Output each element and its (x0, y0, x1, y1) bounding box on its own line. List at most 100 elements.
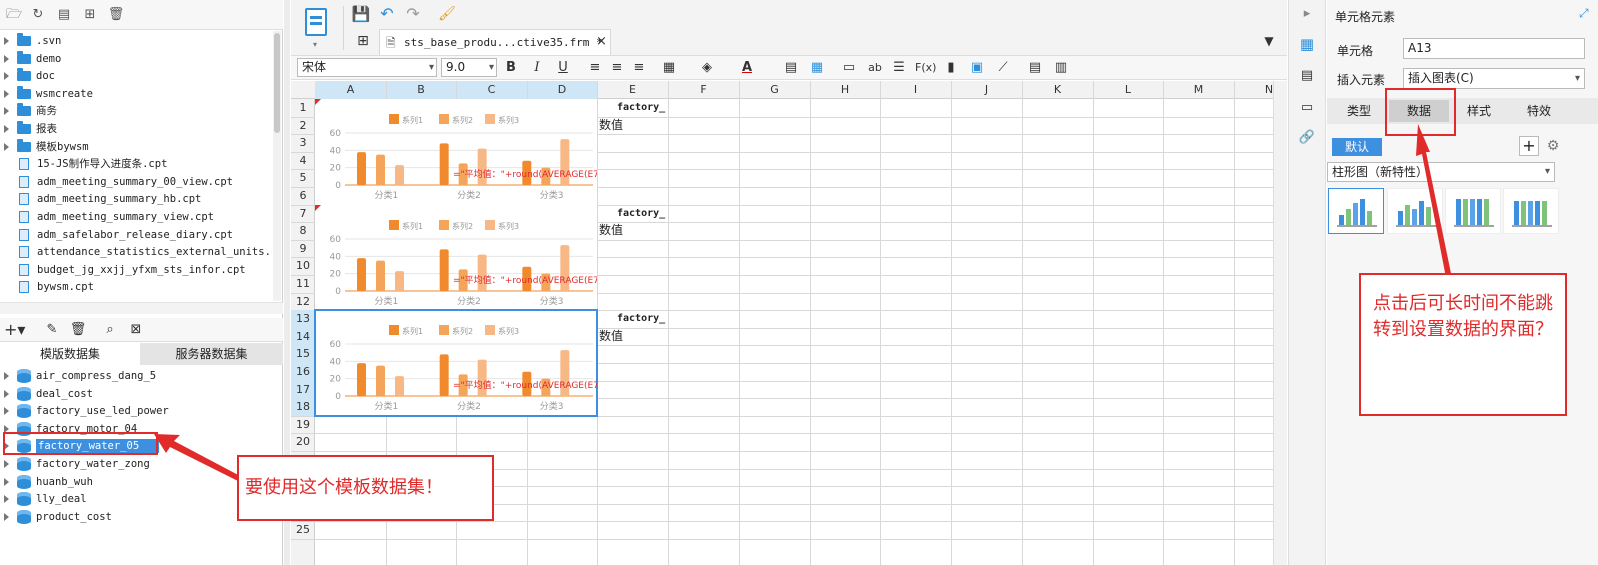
grid-view-icon[interactable]: ⊞ (353, 31, 373, 51)
close-tab-icon[interactable]: × (596, 34, 607, 49)
undo-icon[interactable]: ↶ (377, 4, 397, 24)
row-header[interactable]: 18 (291, 398, 315, 416)
column-header[interactable]: L (1093, 81, 1163, 99)
cell-text[interactable]: 数值 (599, 117, 623, 135)
row-header[interactable]: 2 (291, 117, 315, 135)
lock-file-icon[interactable]: ⊞ (80, 5, 100, 25)
add-dataset-icon[interactable]: +▾ (4, 320, 25, 340)
tree-scrollbar-thumb[interactable] (274, 33, 280, 133)
column-header[interactable]: E (597, 81, 668, 99)
gear-icon[interactable]: ⚙ (1543, 136, 1563, 156)
save-icon[interactable]: 💾 (351, 4, 371, 24)
tree-item[interactable]: doc (0, 67, 55, 84)
dataset-item[interactable]: lly_deal (0, 490, 87, 507)
font-size-select[interactable]: 9.0 ▾ (441, 58, 497, 77)
row-header[interactable]: 9 (291, 240, 315, 258)
slash-icon[interactable]: ⟋ (993, 58, 1013, 78)
bold-icon[interactable]: B (501, 58, 521, 78)
grid-vscroll[interactable] (1273, 81, 1287, 565)
delete-file-icon[interactable]: 🗑 (106, 5, 126, 25)
column-header[interactable]: N (1234, 81, 1273, 99)
underline-icon[interactable]: U (553, 58, 573, 78)
cell-text[interactable]: 数值 (599, 328, 623, 346)
row-header[interactable]: 15 (291, 345, 315, 363)
tree-item[interactable]: adm_meeting_summary_hb.cpt (0, 190, 201, 207)
insert-image-icon[interactable]: ▣ (967, 58, 987, 78)
font-name-select[interactable]: 宋体 ▾ (297, 58, 437, 77)
tree-item[interactable]: .svn (0, 32, 61, 49)
file-info-icon[interactable]: ▤ (54, 5, 74, 25)
row-header[interactable]: 13 (291, 310, 315, 328)
expand-arrow-icon[interactable] (4, 107, 9, 116)
row-header[interactable]: 7 (291, 205, 315, 223)
widget-icon[interactable]: ▭ (1297, 98, 1317, 118)
align-center-icon[interactable]: ≡ (607, 58, 627, 78)
row-header[interactable]: 5 (291, 169, 315, 187)
column-header[interactable]: D (527, 81, 597, 99)
column-header[interactable]: H (810, 81, 880, 99)
default-button[interactable]: 默认 (1332, 138, 1382, 156)
tree-item[interactable]: bywsm.cpt (0, 278, 94, 295)
edit-dataset-icon[interactable]: ✎ (42, 320, 62, 340)
chart-tab[interactable]: 特效 (1509, 100, 1569, 122)
tree-item[interactable]: adm_safelabor_release_diary.cpt (0, 226, 233, 243)
row-header[interactable]: 16 (291, 363, 315, 381)
expand-arrow-icon[interactable] (4, 512, 9, 521)
tree-scrollbar[interactable] (273, 31, 281, 301)
column-header[interactable]: A (315, 81, 386, 99)
border-icon[interactable]: ▦ (659, 58, 679, 78)
column-header[interactable]: J (951, 81, 1022, 99)
cell-input[interactable]: A13 (1403, 38, 1585, 59)
text-insert-icon[interactable]: ab (865, 58, 885, 78)
chart-tab[interactable]: 类型 (1329, 100, 1389, 122)
row-header[interactable]: 4 (291, 152, 315, 170)
column-header[interactable]: C (456, 81, 527, 99)
column-header[interactable]: B (386, 81, 456, 99)
row-header[interactable]: 25 (291, 521, 315, 539)
chart-subtype-option[interactable] (1503, 188, 1559, 234)
tree-item[interactable]: attendance_statistics_external_units.cpt (0, 243, 272, 260)
expand-arrow-icon[interactable] (4, 389, 9, 398)
column-header[interactable]: G (739, 81, 810, 99)
tree-item[interactable]: adm_meeting_summary_00_view.cpt (0, 173, 233, 190)
row-header[interactable]: 3 (291, 134, 315, 152)
dataset-item[interactable]: air_compress_dang_5 (0, 367, 156, 384)
template-tab[interactable]: 🗎 sts_base_produ...ctive35.frm * × (379, 29, 611, 55)
cell-text[interactable]: factory_ (617, 99, 665, 117)
cell-text[interactable]: factory_ (617, 205, 665, 223)
tree-item[interactable]: 模板bywsm (0, 138, 89, 155)
cell-attr-icon[interactable]: ▤ (1297, 66, 1317, 86)
dataset-tab-template[interactable]: 模版数据集 (0, 343, 140, 365)
tree-item[interactable]: adm_meeting_summary_view.cpt (0, 208, 214, 225)
row-header[interactable]: 6 (291, 187, 315, 205)
report-icon[interactable]: ▥ (1051, 58, 1071, 78)
new-template-icon[interactable] (305, 8, 327, 36)
chart-3[interactable]: 系列1 系列2 系列3 0 20 40 60 分类1 分类2 分类3 ="平均值："+round(A… (314, 309, 598, 417)
tree-item[interactable]: 商务 (0, 102, 57, 119)
insert-chart-icon[interactable]: ▮ (941, 58, 961, 78)
cell-text[interactable]: 数值 (599, 222, 623, 240)
font-color-icon[interactable]: A (737, 58, 757, 78)
row-header[interactable]: 10 (291, 257, 315, 275)
delete-dataset-icon[interactable]: 🗑 (68, 320, 88, 340)
chart-1[interactable]: 系列1 系列2 系列3 0 20 40 60 分类1 分类2 分类3 ="平均值："+round(A… (315, 99, 597, 205)
expand-arrow-icon[interactable] (4, 495, 9, 504)
row-header[interactable]: 1 (291, 99, 315, 117)
collapse-right-icon[interactable]: ▸ (1297, 4, 1317, 24)
dataset-item[interactable]: factory_use_led_power (0, 402, 169, 419)
expand-icon[interactable]: ⤢ (1579, 6, 1589, 21)
align-left-icon[interactable]: ≡ (585, 58, 605, 78)
dataset-item[interactable]: factory_water_zong (0, 455, 150, 472)
expand-arrow-icon[interactable] (4, 477, 9, 486)
column-header[interactable]: F (668, 81, 739, 99)
dataset-item[interactable]: huanb_wuh (0, 473, 93, 490)
dataset-item[interactable]: deal_cost (0, 385, 93, 402)
tree-item[interactable]: 报表 (0, 120, 57, 137)
row-header[interactable]: 14 (291, 327, 315, 346)
chart-tab[interactable]: 样式 (1449, 100, 1509, 122)
dataset-tab-server[interactable]: 服务器数据集 (140, 343, 283, 365)
format-brush-icon[interactable]: 🖌 (437, 4, 457, 24)
expand-arrow-icon[interactable] (4, 37, 9, 45)
expand-arrow-icon[interactable] (4, 407, 9, 416)
formula-icon[interactable]: F(x) (915, 58, 936, 78)
